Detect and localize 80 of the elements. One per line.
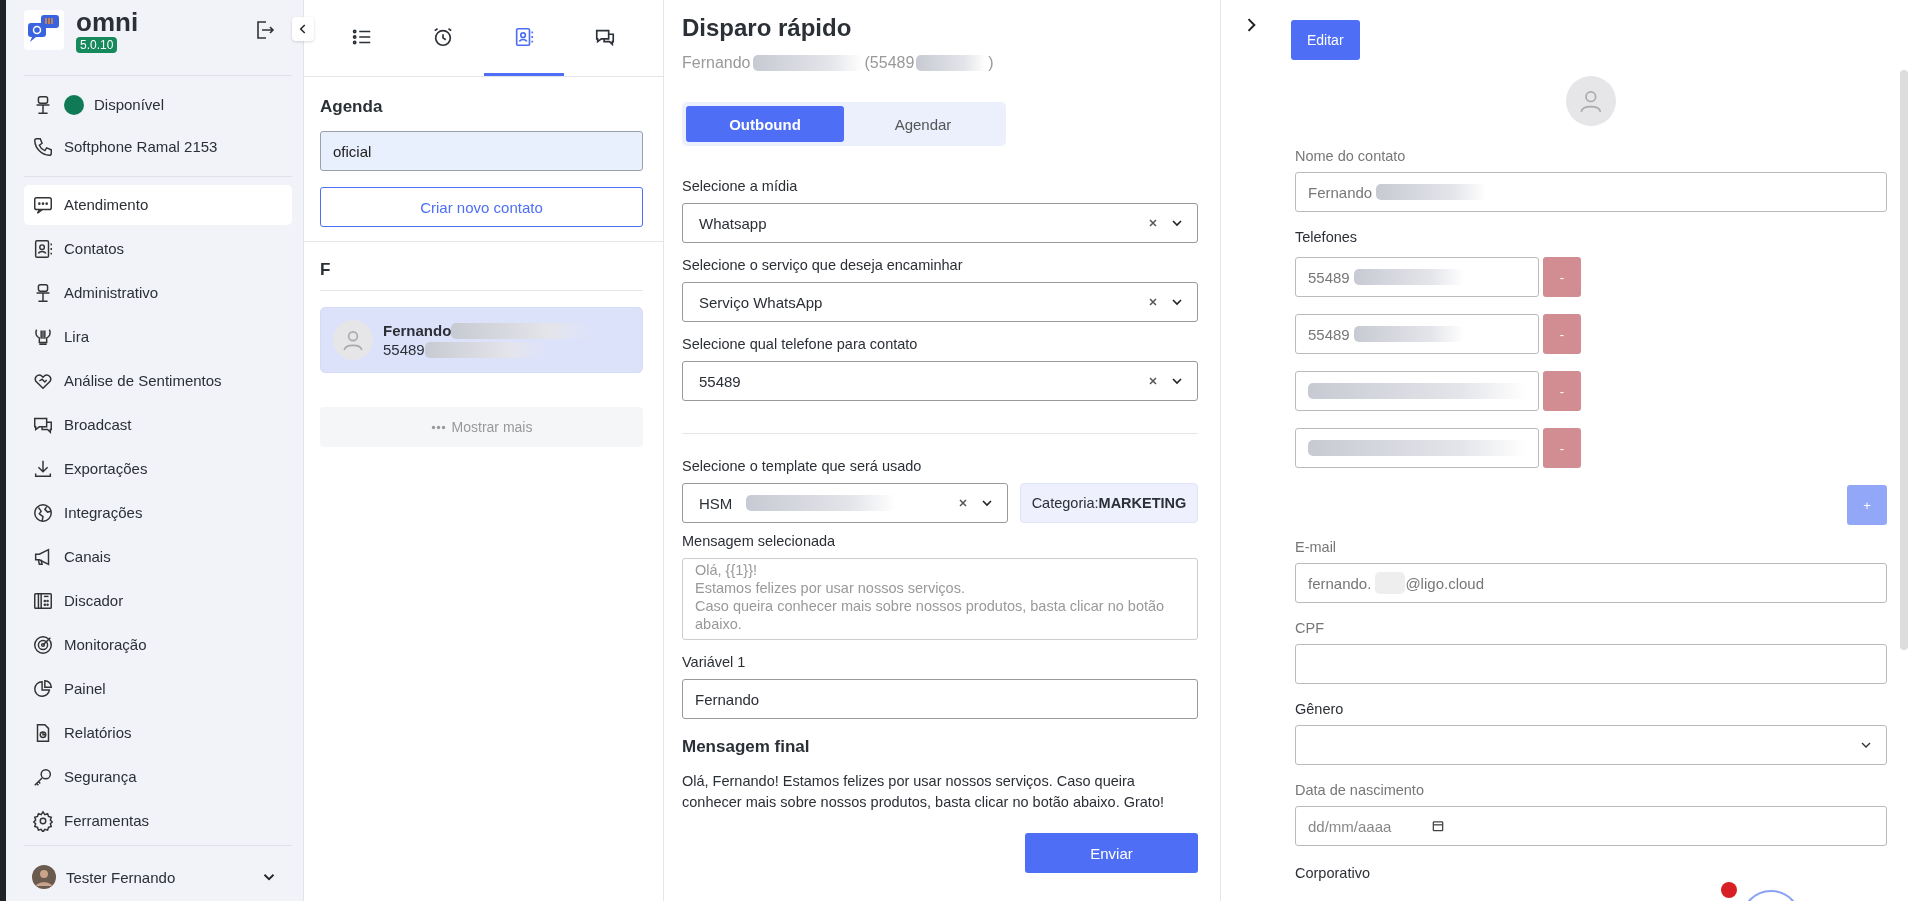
phone-field[interactable] [1295, 428, 1539, 468]
nav-item[interactable]: Lira [24, 316, 292, 357]
contact-name: Fernando [383, 322, 452, 339]
final-message: Olá, Fernando! Estamos felizes por usar nossos serviços. Caso queira conhecer mais sobre nossos produtos, basta clicar no botão abaixo. Grato! [682, 772, 1165, 812]
phone-field[interactable] [1295, 371, 1539, 411]
cpf-field[interactable] [1295, 644, 1887, 684]
edit-button[interactable]: Editar [1291, 20, 1360, 60]
version-badge: 5.0.10 [76, 37, 118, 53]
more-dots-icon [430, 424, 446, 430]
pie-chart-icon [32, 677, 54, 700]
search-field[interactable]: oficial [320, 131, 643, 171]
page-title: Disparo rápido [682, 14, 853, 42]
field-label: Selecione a mídia [682, 178, 799, 194]
status-label[interactable]: Disponível [94, 96, 165, 114]
app-logo [24, 10, 64, 50]
nav-item[interactable]: Segurança [24, 756, 292, 797]
nav-item[interactable]: Ferramentas [24, 800, 292, 841]
settings-icon [32, 809, 54, 832]
nav-item[interactable]: Atendimento [24, 184, 292, 225]
field-label: Selecione qual telefone para contato [682, 336, 919, 352]
target-icon [32, 633, 54, 656]
clear-icon[interactable] [1147, 296, 1159, 308]
avatar-icon [1566, 76, 1616, 126]
variable-field[interactable]: Fernando [682, 679, 1198, 719]
clear-icon[interactable] [957, 497, 969, 509]
email-field[interactable]: fernando. @ligo.cloud [1295, 563, 1887, 603]
contact-name: Fernando [682, 54, 751, 72]
field-label: Corporativo [1295, 865, 1371, 881]
contact-phone: (55489 [864, 54, 915, 72]
field-label: Nome do contato [1295, 148, 1407, 164]
nav-item[interactable]: Contatos [24, 228, 292, 269]
field-label: Selecione o template que será usado [682, 458, 923, 474]
nav-item[interactable]: Administrativo [24, 272, 292, 313]
scrollbar[interactable] [1900, 70, 1908, 650]
app-name: omni [76, 10, 139, 34]
avatar-icon [333, 320, 373, 360]
section-title: Agenda [320, 97, 384, 117]
nav-item[interactable]: Monitoração [24, 624, 292, 665]
create-contact-button[interactable]: Criar novo contato [320, 187, 643, 227]
closing-parenthesis: ) [988, 54, 994, 72]
phone-icon [32, 135, 54, 158]
send-button[interactable]: Enviar [1025, 833, 1198, 873]
collapse-button[interactable] [292, 17, 314, 41]
user-name[interactable]: Tester Fernando [66, 868, 250, 886]
mode-tab[interactable]: Outbound [686, 106, 844, 142]
field-label: E-mail [1295, 539, 1338, 555]
mode-tab[interactable]: Agendar [844, 106, 1002, 142]
group-letter: F [320, 254, 643, 291]
select-field[interactable]: Serviço WhatsApp [682, 282, 1198, 322]
nav-item[interactable]: Canais [24, 536, 292, 577]
nav-item[interactable]: Discador [24, 580, 292, 621]
contact-card[interactable]: Fernando 55489 [320, 307, 643, 373]
category-tag: Categoria:MARKETING [1020, 483, 1198, 523]
calendar-icon [1431, 819, 1446, 833]
softphone-label[interactable]: Softphone Ramal 2153 [64, 138, 218, 156]
contact-phone: 55489 [383, 341, 425, 358]
date-field[interactable]: dd/mm/aaaa [1295, 806, 1887, 846]
globe-icon [32, 501, 54, 524]
nav-item[interactable]: Painel [24, 668, 292, 709]
field-label: Variável 1 [682, 654, 747, 670]
notification-dot [1721, 882, 1737, 898]
nav-item[interactable]: Relatórios [24, 712, 292, 753]
name-field[interactable]: Fernando [1295, 172, 1887, 212]
nav-item[interactable]: Integrações [24, 492, 292, 533]
field-label: Gênero [1295, 701, 1345, 717]
clear-icon[interactable] [1147, 217, 1159, 229]
select-field[interactable]: Whatsapp [682, 203, 1198, 243]
nav-item[interactable]: Análise de Sentimentos [24, 360, 292, 401]
field-label: CPF [1295, 620, 1325, 636]
nav-item[interactable]: Broadcast [24, 404, 292, 445]
field-label: Selecione o serviço que deseja encaminhar [682, 257, 964, 273]
contact-card-icon [32, 237, 54, 260]
nav-item[interactable]: Exportações [24, 448, 292, 489]
field-label: Data de nascimento [1295, 782, 1425, 798]
select-field[interactable]: HSM [682, 483, 1008, 523]
select-field[interactable]: 55489 [682, 361, 1198, 401]
field-label: Telefones [1295, 229, 1359, 245]
clear-icon[interactable] [1147, 375, 1159, 387]
field-label: Mensagem selecionada [682, 533, 837, 549]
section-title: Mensagem final [682, 737, 811, 757]
